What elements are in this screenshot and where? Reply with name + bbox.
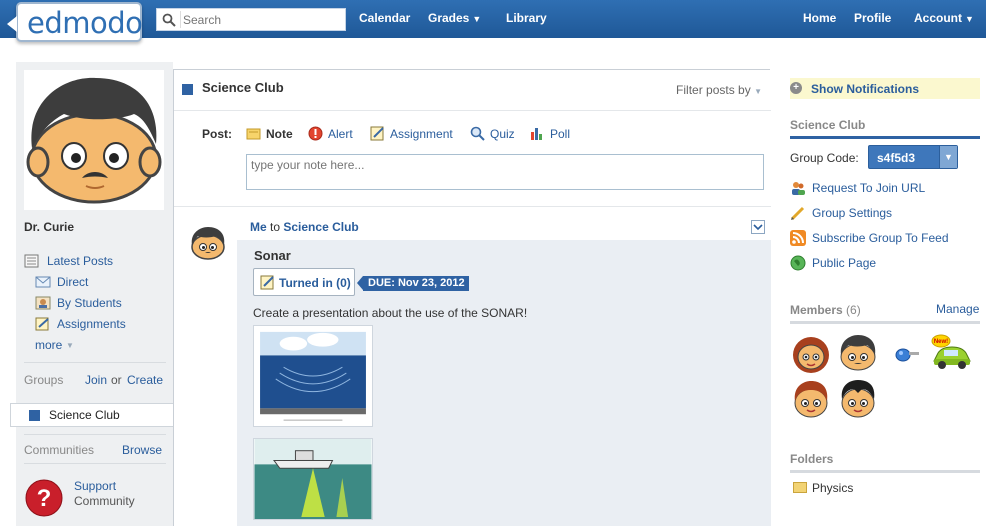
folder-icon	[793, 482, 807, 493]
assignment-icon	[370, 126, 384, 141]
note-textarea[interactable]	[247, 155, 763, 189]
search-icon	[162, 13, 176, 27]
filter-posts-dropdown[interactable]: Filter posts by ▼	[676, 83, 762, 97]
post-label: Post:	[202, 127, 232, 141]
divider	[24, 362, 166, 363]
search-input[interactable]	[183, 11, 341, 28]
sonar-ship-image	[254, 439, 372, 519]
pencil-icon	[790, 206, 805, 221]
post-options-toggle[interactable]	[751, 220, 765, 234]
post-recipient-link[interactable]: Science Club	[283, 220, 358, 234]
left-sidebar: Dr. Curie Latest Posts Direct By Student…	[16, 62, 173, 526]
member-avatar[interactable]	[836, 377, 880, 421]
group-info-heading: Science Club	[790, 118, 866, 132]
post-title: Sonar	[254, 248, 291, 263]
nav-account[interactable]: Account ▼	[914, 11, 974, 25]
divider	[174, 110, 771, 111]
post-body: Create a presentation about the use of t…	[253, 306, 528, 320]
group-code-dropdown[interactable]: s4f5d3 ▼	[868, 145, 958, 169]
heading-rule	[790, 470, 980, 473]
post-sender-link[interactable]: Me	[250, 220, 267, 234]
note-icon	[246, 128, 261, 140]
turned-in-button[interactable]: Turned in (0)	[253, 268, 355, 296]
assignment-icon	[260, 275, 274, 290]
assignment-icon	[35, 317, 49, 331]
users-icon	[792, 182, 805, 195]
alert-icon	[308, 126, 323, 141]
member-avatar[interactable]	[789, 331, 833, 375]
member-avatar[interactable]	[836, 331, 880, 375]
nav-library[interactable]: Library	[506, 11, 547, 25]
edmodo-logo[interactable]: edmodo	[7, 2, 143, 42]
attachment-thumbnail[interactable]	[253, 325, 373, 427]
browse-communities-link[interactable]: Browse	[122, 443, 162, 457]
divider	[24, 463, 166, 464]
chevron-down-icon: ▼	[472, 14, 482, 24]
heading-rule	[790, 321, 980, 324]
group-code-label: Group Code:	[790, 151, 859, 165]
folders-heading: Folders	[790, 452, 834, 466]
globe-icon	[790, 255, 806, 271]
divider	[174, 206, 771, 207]
note-field[interactable]	[246, 154, 764, 190]
search-box[interactable]	[156, 8, 346, 31]
groups-label: Groups	[24, 373, 64, 387]
manage-members-link[interactable]: Manage	[936, 302, 979, 316]
svg-text:New!: New!	[934, 339, 948, 345]
chevron-down-icon: ▼	[66, 341, 74, 350]
group-code-value: s4f5d3	[877, 151, 916, 165]
top-navigation-bar: edmodo Calendar Grades▼ Library Home Pro…	[0, 0, 986, 42]
help-icon[interactable]: ?	[25, 479, 63, 517]
member-avatar[interactable]	[789, 377, 833, 421]
create-group-link[interactable]: Create	[127, 373, 163, 387]
news-icon	[24, 254, 39, 268]
quiz-icon	[470, 126, 485, 141]
teacher-avatar-image	[26, 77, 162, 204]
profile-avatar[interactable]	[24, 70, 164, 210]
envelope-icon	[35, 276, 51, 288]
sonar-diagram-image	[260, 331, 366, 421]
logo-text: edmodo	[27, 6, 143, 40]
sidebar-item-science-club[interactable]: Science Club	[10, 403, 173, 427]
show-notifications-button[interactable]: + Show Notifications	[790, 78, 980, 99]
rss-icon	[790, 230, 806, 246]
attachment-thumbnail[interactable]	[253, 438, 373, 520]
group-color-icon	[29, 410, 40, 421]
communities-label: Communities	[24, 443, 95, 457]
chevron-down-icon: ▼	[754, 87, 762, 96]
members-heading: Members (6)	[790, 303, 861, 317]
nav-home[interactable]: Home	[803, 11, 836, 25]
poll-icon	[531, 128, 542, 140]
chevron-down-icon[interactable]: ▼	[939, 146, 957, 168]
chevron-down-icon: ▼	[965, 14, 974, 24]
students-icon	[35, 296, 51, 310]
post-author-avatar[interactable]	[188, 223, 228, 263]
main-feed: Science Club Filter posts by ▼ Post: Not…	[173, 69, 771, 526]
username: Dr. Curie	[24, 220, 75, 234]
heading-rule	[790, 136, 980, 139]
or-text: or	[111, 373, 122, 387]
member-avatar[interactable]: New!	[930, 331, 974, 375]
nav-grades[interactable]: Grades ▼	[428, 11, 481, 25]
join-group-link[interactable]: Join	[85, 373, 107, 387]
due-date-badge: DUE: Nov 23, 2012	[357, 276, 469, 291]
nav-profile[interactable]: Profile	[854, 11, 891, 25]
nav-calendar[interactable]: Calendar	[359, 11, 410, 25]
plus-icon: +	[790, 82, 802, 94]
post-header: Me to Science Club	[250, 220, 359, 234]
member-avatar[interactable]	[883, 331, 927, 375]
divider	[24, 434, 166, 435]
group-color-icon	[182, 84, 193, 95]
page-title: Science Club	[202, 80, 284, 95]
chevron-down-icon	[753, 224, 763, 231]
svg-text:?: ?	[37, 485, 52, 512]
